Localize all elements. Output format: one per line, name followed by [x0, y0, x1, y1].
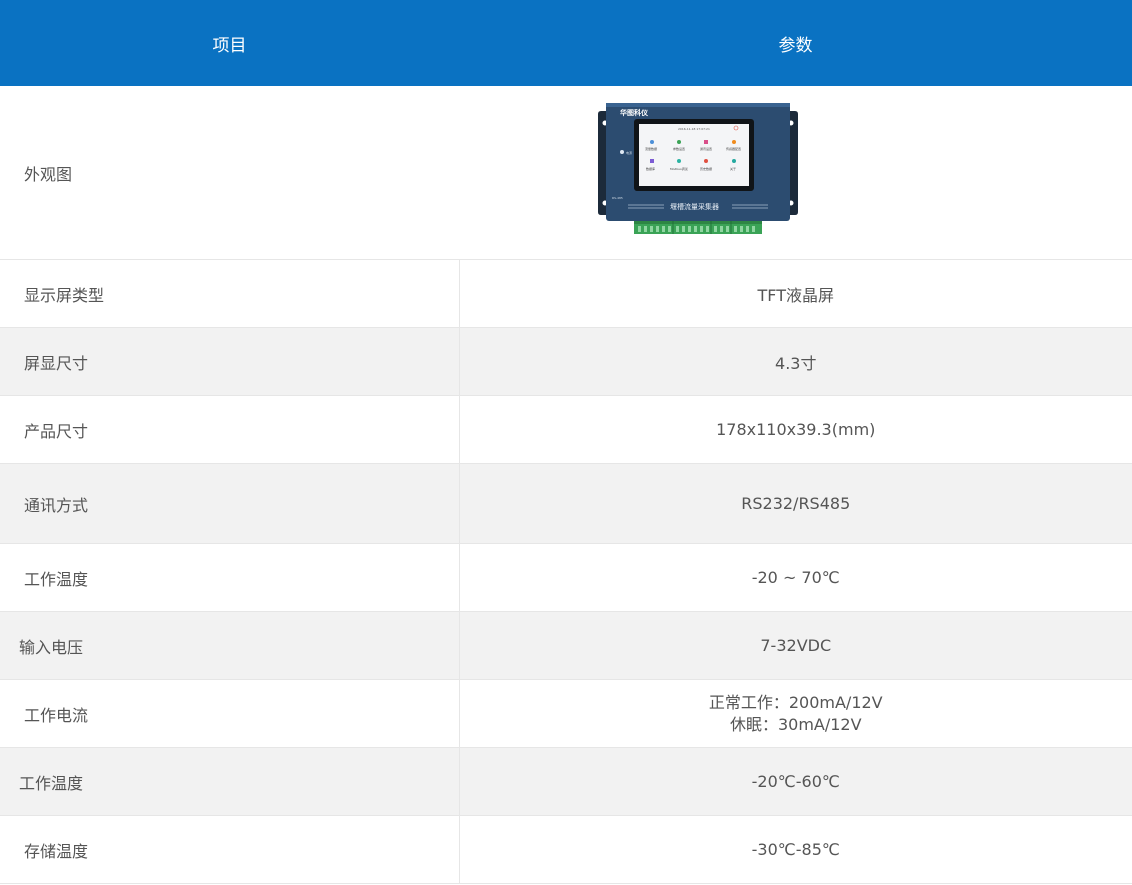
spec-table: 项目 参数 外观图 华图科仪 2016-11-18 17:07:21 流量数据 … [0, 0, 1132, 884]
row-value: 4.3寸 [459, 327, 1132, 396]
row-value-line-2: 休眠：30mA/12V [729, 714, 862, 734]
device-label: 堰槽流量采集器 [670, 202, 719, 211]
row-value: -20℃-60℃ [459, 747, 1132, 816]
row-item-label: 工作电流 [0, 679, 460, 748]
row-item-label: 输入电压 [0, 611, 460, 680]
menu-label-5: 数据库 [646, 166, 655, 171]
header-param: 参数 [459, 0, 1132, 86]
table-row: 工作电流 正常工作：200mA/12V 休眠：30mA/12V [0, 679, 1132, 748]
row-value: 178x110x39.3(mm) [459, 395, 1132, 464]
led-label: 电源 [626, 150, 632, 155]
port-label: RS-485 [612, 196, 623, 200]
screen-date: 2016-11-18 17:07:21 [678, 127, 710, 131]
menu-label-4: 传感器配置 [726, 146, 741, 151]
table-row: 输入电压 7-32VDC [0, 611, 1132, 680]
row-item-label: 工作温度 [0, 543, 460, 612]
menu-label-8: 关于 [730, 166, 736, 171]
row-item-label: 产品尺寸 [0, 395, 460, 464]
row-value-line-1: 正常工作：200mA/12V [708, 692, 883, 712]
menu-label-1: 流量数据 [645, 146, 657, 151]
menu-label-3: 通讯设置 [700, 146, 712, 151]
device-image-cell: 华图科仪 2016-11-18 17:07:21 流量数据 参数设置 通讯设置 … [459, 86, 1132, 260]
table-row: 显示屏类型 TFT液晶屏 [0, 259, 1132, 328]
table-row: 通讯方式 RS232/RS485 [0, 463, 1132, 544]
table-header: 项目 参数 [0, 0, 1132, 86]
row-value: 7-32VDC [459, 611, 1132, 680]
row-item-label: 显示屏类型 [0, 259, 460, 328]
header-item: 项目 [0, 0, 459, 86]
row-value: -20 ~ 70℃ [459, 543, 1132, 612]
menu-label-7: 历史数据 [700, 166, 712, 171]
device-image: 华图科仪 2016-11-18 17:07:21 流量数据 参数设置 通讯设置 … [597, 102, 798, 234]
row-value: RS232/RS485 [459, 463, 1132, 544]
table-row: 工作温度 -20 ~ 70℃ [0, 543, 1132, 612]
row-item-label: 工作温度 [0, 747, 460, 816]
table-row: 外观图 华图科仪 2016-11-18 17:07:21 流量数据 参数设置 通… [0, 86, 1132, 260]
row-item-label: 通讯方式 [0, 463, 460, 544]
table-row: 工作温度 -20℃-60℃ [0, 747, 1132, 816]
row-item-label: 外观图 [0, 86, 459, 260]
table-row: 屏显尺寸 4.3寸 [0, 327, 1132, 396]
row-item-label: 屏显尺寸 [0, 327, 460, 396]
row-value: 正常工作：200mA/12V 休眠：30mA/12V [459, 679, 1132, 748]
menu-label-6: Modbus调试 [670, 166, 688, 171]
row-value: -30℃-85℃ [459, 815, 1132, 884]
table-row: 存储温度 -30℃-85℃ [0, 815, 1132, 884]
brand-logo: 华图科仪 [620, 108, 649, 117]
menu-label-2: 参数设置 [673, 146, 685, 151]
table-row: 产品尺寸 178x110x39.3(mm) [0, 395, 1132, 464]
row-item-label: 存储温度 [0, 815, 460, 884]
row-value: TFT液晶屏 [459, 259, 1132, 328]
